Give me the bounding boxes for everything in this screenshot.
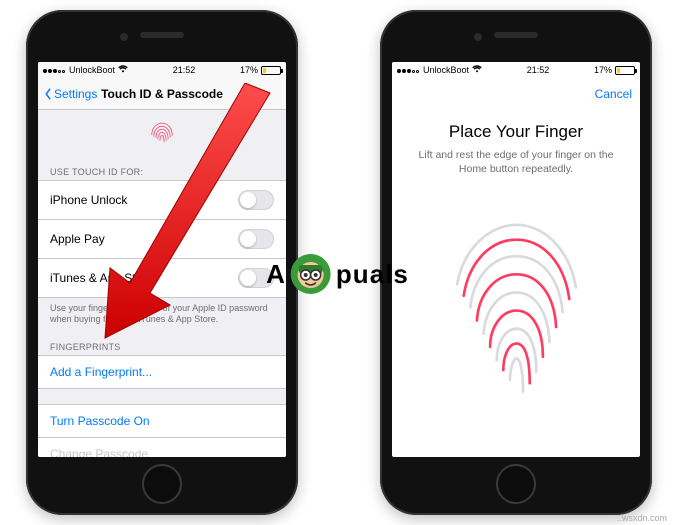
section-header-fp: FINGERPRINTS — [38, 334, 286, 356]
enroll-instruction: Lift and rest the edge of your finger on… — [414, 148, 618, 176]
fingerprint-hero-small — [38, 110, 286, 159]
toggle-iphone-unlock[interactable] — [238, 190, 274, 210]
status-bar: UnlockBoot 21:52 17% — [392, 62, 640, 78]
iphone-device-left: UnlockBoot 21:52 17% Settings Touch ID &… — [26, 10, 298, 515]
battery-pct-label: 17% — [594, 65, 612, 75]
home-button[interactable] — [142, 464, 182, 504]
screen-left: UnlockBoot 21:52 17% Settings Touch ID &… — [38, 62, 286, 457]
row-apple-pay[interactable]: Apple Pay — [38, 219, 286, 259]
back-label: Settings — [54, 87, 97, 101]
signal-dots-icon — [397, 65, 420, 75]
fingerprint-icon — [145, 116, 179, 150]
navbar-right: Cancel — [392, 78, 640, 110]
iphone-device-right: UnlockBoot 21:52 17% Cancel Place Your F… — [380, 10, 652, 515]
home-button[interactable] — [496, 464, 536, 504]
toggle-apple-pay[interactable] — [238, 229, 274, 249]
section-header-use: USE TOUCH ID FOR: — [38, 159, 286, 181]
row-label: Add a Fingerprint... — [50, 365, 152, 379]
fingerprint-icon — [434, 204, 599, 404]
carrier-label: UnlockBoot — [423, 65, 469, 75]
row-turn-passcode-on[interactable]: Turn Passcode On — [38, 404, 286, 438]
carrier-label: UnlockBoot — [69, 65, 115, 75]
row-label: iTunes & App Store — [50, 271, 153, 285]
row-change-passcode: Change Passcode — [38, 437, 286, 458]
row-iphone-unlock[interactable]: iPhone Unlock — [38, 180, 286, 220]
row-label: iPhone Unlock — [50, 193, 127, 207]
wifi-icon — [472, 65, 482, 75]
screen-right: UnlockBoot 21:52 17% Cancel Place Your F… — [392, 62, 640, 457]
wifi-icon — [118, 65, 128, 75]
fingerprint-hero-large — [392, 204, 640, 409]
status-bar: UnlockBoot 21:52 17% — [38, 62, 286, 78]
signal-dots-icon — [43, 65, 66, 75]
battery-icon — [615, 66, 635, 75]
back-button[interactable]: Settings — [38, 87, 97, 101]
clock-label: 21:52 — [527, 65, 550, 75]
clock-label: 21:52 — [173, 65, 196, 75]
toggle-itunes[interactable] — [238, 268, 274, 288]
navbar-left: Settings Touch ID & Passcode — [38, 78, 286, 110]
row-itunes[interactable]: iTunes & App Store — [38, 258, 286, 298]
source-watermark: ..wsxdn.com — [617, 513, 667, 523]
enroll-panel: Place Your Finger Lift and rest the edge… — [392, 110, 640, 176]
chevron-left-icon — [42, 88, 54, 100]
row-label: Apple Pay — [50, 232, 105, 246]
row-add-fingerprint[interactable]: Add a Fingerprint... — [38, 355, 286, 389]
footer-note: Use your fingerprint instead of your App… — [38, 298, 286, 334]
row-label: Turn Passcode On — [50, 414, 150, 428]
battery-pct-label: 17% — [240, 65, 258, 75]
row-label: Change Passcode — [50, 447, 148, 458]
enroll-heading: Place Your Finger — [414, 122, 618, 142]
battery-icon — [261, 66, 281, 75]
cancel-button[interactable]: Cancel — [595, 87, 640, 101]
